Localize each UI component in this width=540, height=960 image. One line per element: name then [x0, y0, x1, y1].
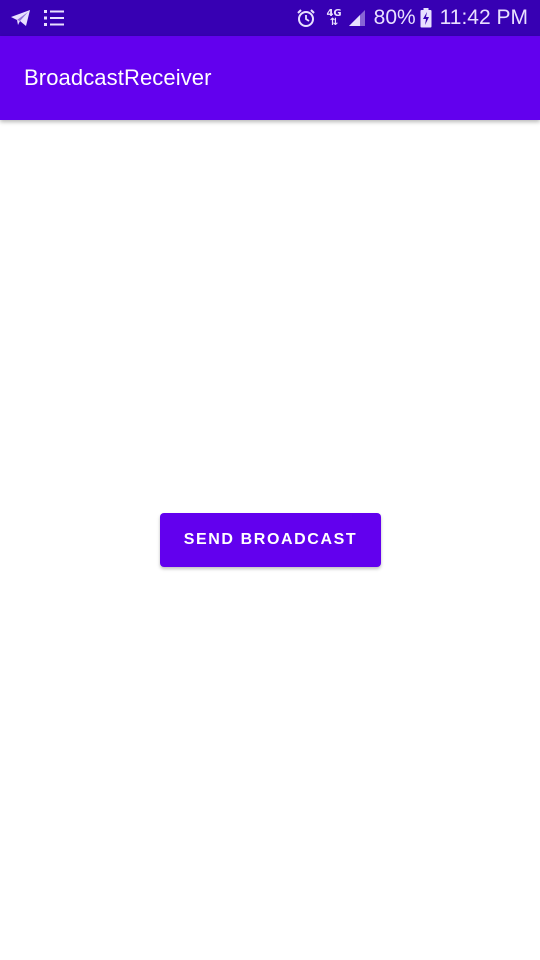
- battery-charging-icon: [420, 8, 432, 28]
- network-arrows: ⇅: [329, 17, 339, 28]
- alarm-icon: [296, 8, 316, 28]
- screen: 4G ⇅ 80% 11:42 PM BroadcastReceiver SEND…: [0, 0, 540, 960]
- checklist-icon: [44, 9, 64, 27]
- app-bar: BroadcastReceiver: [0, 36, 540, 120]
- network-4g-icon: 4G ⇅: [326, 9, 341, 28]
- main-content: SEND BROADCAST: [0, 120, 540, 960]
- signal-icon: [348, 9, 366, 27]
- status-right-icons: 4G ⇅ 80% 11:42 PM: [286, 6, 528, 30]
- status-bar: 4G ⇅ 80% 11:42 PM: [0, 0, 540, 36]
- battery-percent: 80%: [373, 6, 416, 29]
- status-left-icons: [10, 9, 76, 27]
- app-title: BroadcastReceiver: [24, 65, 212, 90]
- telegram-icon: [10, 9, 32, 27]
- send-broadcast-button[interactable]: SEND BROADCAST: [160, 513, 381, 567]
- clock-time: 11:42 PM: [439, 6, 528, 29]
